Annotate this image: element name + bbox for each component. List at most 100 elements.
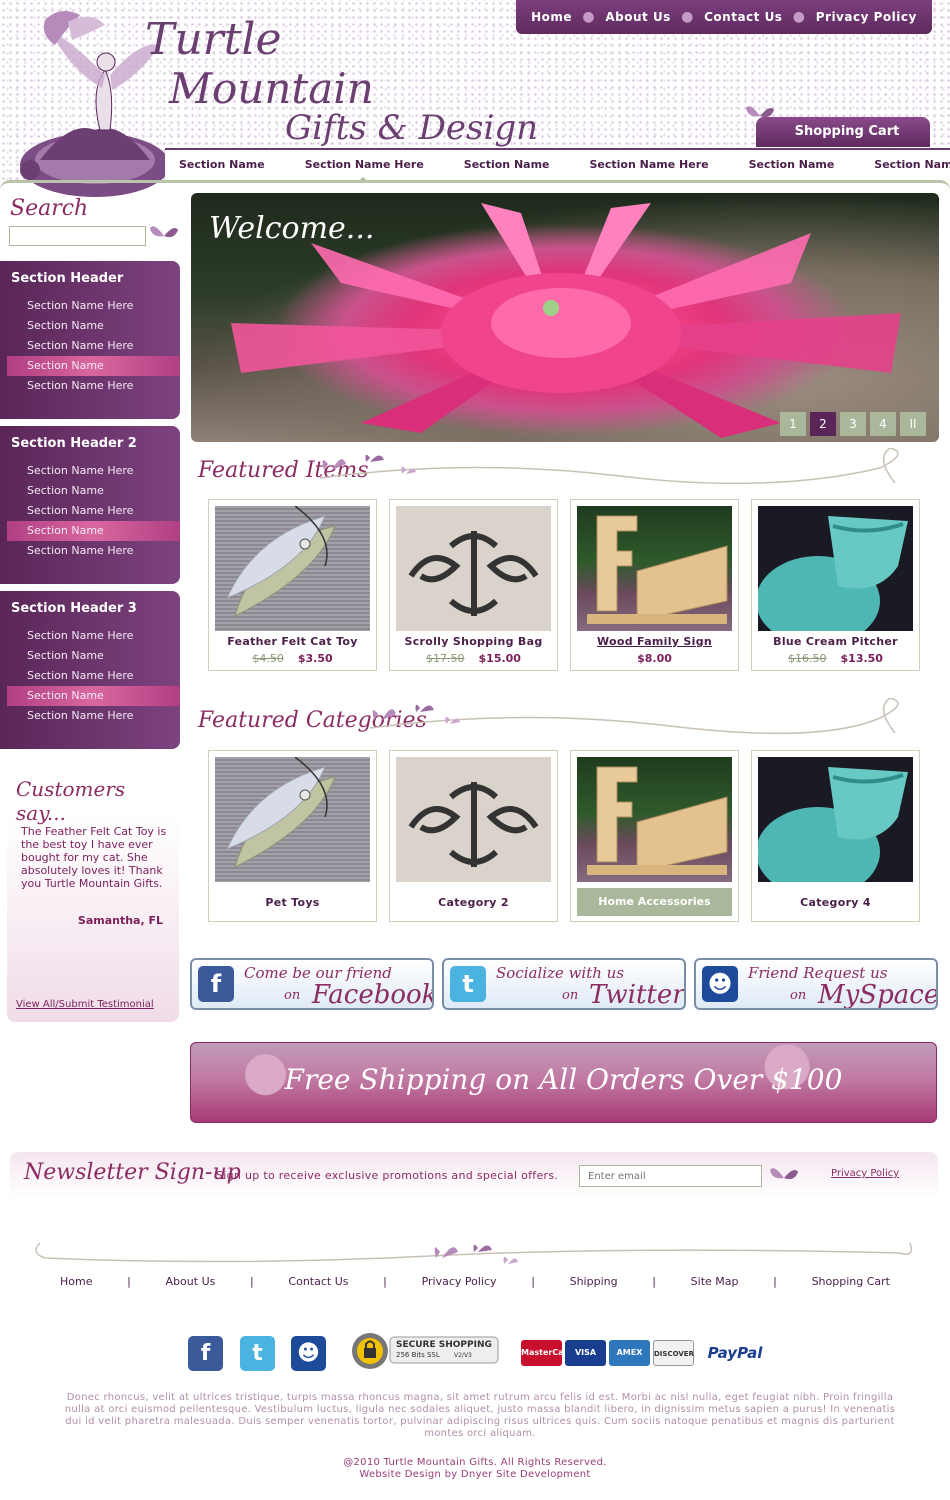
footer-link-shipping[interactable]: Shipping bbox=[570, 1275, 618, 1288]
sidebar-item[interactable]: Section Name Here bbox=[7, 461, 180, 481]
section-nav-item[interactable]: Section Name bbox=[749, 150, 835, 182]
footer-separator: | bbox=[773, 1275, 777, 1288]
shopping-bag-image[interactable] bbox=[396, 506, 551, 631]
footer-link-privacy[interactable]: Privacy Policy bbox=[422, 1275, 497, 1288]
top-nav-about[interactable]: About Us bbox=[605, 10, 670, 24]
sidebar-item[interactable]: Section Name bbox=[7, 646, 180, 666]
sidebar-item[interactable]: Section Name Here bbox=[7, 666, 180, 686]
sidebar-item-highlighted[interactable]: Section Name bbox=[7, 686, 180, 706]
category-name[interactable]: Pet Toys bbox=[209, 896, 376, 909]
myspace-icon: ☻ bbox=[702, 966, 738, 1002]
twitter-banner[interactable]: t Socialize with us on Twitter bbox=[442, 958, 686, 1010]
visa-icon: VISA bbox=[565, 1340, 606, 1366]
footer-separator: | bbox=[652, 1275, 656, 1288]
social-network-name: Twitter bbox=[589, 980, 685, 1010]
product-name[interactable]: Scrolly Shopping Bag bbox=[390, 635, 557, 648]
footer-link-about[interactable]: About Us bbox=[166, 1275, 216, 1288]
twitter-icon[interactable]: t bbox=[240, 1336, 275, 1371]
product-old-price: $4.50 bbox=[252, 652, 284, 665]
shopping-cart-button[interactable]: Shopping Cart bbox=[756, 117, 930, 147]
sidebar-item[interactable]: Section Name Here bbox=[7, 501, 180, 521]
section-nav-item[interactable]: Section Name bbox=[179, 150, 265, 182]
footer-link-home[interactable]: Home bbox=[60, 1275, 92, 1288]
logo-text-line1: Turtle bbox=[145, 14, 282, 65]
email-field[interactable] bbox=[579, 1165, 762, 1187]
section-nav-item[interactable]: Section Name bbox=[464, 150, 550, 182]
search-input[interactable] bbox=[9, 226, 146, 246]
facebook-icon: f bbox=[198, 966, 234, 1002]
facebook-banner[interactable]: f Come be our friend on Facebook bbox=[190, 958, 434, 1010]
product-card[interactable]: Scrolly Shopping Bag $17.50 $15.00 bbox=[389, 499, 558, 671]
sidebar-item-highlighted[interactable]: Section Name bbox=[7, 356, 180, 376]
social-network-name: Facebook bbox=[312, 980, 434, 1010]
product-name[interactable]: Wood Family Sign bbox=[571, 635, 738, 648]
product-card[interactable]: Blue Cream Pitcher $16.50 $13.50 bbox=[751, 499, 920, 671]
section-nav-item-active[interactable]: Section Name Here bbox=[305, 150, 424, 182]
category-card[interactable]: Category 2 bbox=[389, 750, 558, 922]
category-2-image[interactable] bbox=[396, 757, 551, 882]
footer-description: Donec rhoncus, velit at ultrices tristiq… bbox=[64, 1392, 896, 1439]
butterfly-search-icon[interactable] bbox=[148, 222, 180, 248]
nav-separator-dot: ● bbox=[582, 9, 596, 25]
category-card[interactable]: Category 4 bbox=[751, 750, 920, 922]
newsletter-privacy-link[interactable]: Privacy Policy bbox=[831, 1168, 899, 1179]
sidebar-item[interactable]: Section Name Here bbox=[7, 541, 180, 561]
footer-link-sitemap[interactable]: Site Map bbox=[691, 1275, 739, 1288]
sidebar-item[interactable]: Section Name bbox=[7, 316, 180, 336]
testimonial-author: Samantha, FL bbox=[77, 914, 163, 927]
view-all-testimonials-link[interactable]: View All/Submit Testimonial bbox=[16, 999, 154, 1010]
sidebar-header: Section Header 3 bbox=[11, 601, 137, 616]
product-card[interactable]: Wood Family Sign $8.00 bbox=[570, 499, 739, 671]
feather-toy-image[interactable] bbox=[215, 506, 370, 631]
site-logo[interactable]: Turtle Mountain Gifts & Design bbox=[145, 14, 538, 154]
category-name[interactable]: Category 2 bbox=[390, 896, 557, 909]
facebook-icon[interactable]: f bbox=[188, 1336, 223, 1371]
product-name[interactable]: Blue Cream Pitcher bbox=[752, 635, 919, 648]
slide-1-button[interactable]: 1 bbox=[780, 412, 806, 436]
section-nav-item[interactable]: Section Name Here bbox=[590, 150, 709, 182]
category-card[interactable]: Pet Toys bbox=[208, 750, 377, 922]
sidebar-item-highlighted[interactable]: Section Name bbox=[7, 521, 180, 541]
slide-4-button[interactable]: 4 bbox=[870, 412, 896, 436]
butterfly-submit-icon[interactable] bbox=[768, 1164, 800, 1190]
section-nav-item[interactable]: Section Name Here bbox=[874, 150, 950, 182]
mastercard-icon: MasterCard bbox=[521, 1340, 573, 1366]
free-shipping-banner[interactable]: Free Shipping on All Orders Over $100 bbox=[190, 1042, 937, 1123]
top-nav-privacy[interactable]: Privacy Policy bbox=[816, 10, 917, 24]
pet-toys-image[interactable] bbox=[215, 757, 370, 882]
free-shipping-text: Free Shipping on All Orders Over $100 bbox=[284, 1063, 843, 1096]
newsletter-title: Newsletter Sign-up bbox=[24, 1160, 241, 1185]
product-name[interactable]: Feather Felt Cat Toy bbox=[209, 635, 376, 648]
sidebar-item[interactable]: Section Name bbox=[7, 481, 180, 501]
sidebar-box-2: Section Header 2 Section Name Here Secti… bbox=[0, 426, 180, 584]
testimonial-title: Customers say... bbox=[16, 777, 126, 825]
myspace-banner[interactable]: ☻ Friend Request us on MySpace bbox=[694, 958, 938, 1010]
footer-link-cart[interactable]: Shopping Cart bbox=[812, 1275, 890, 1288]
category-4-image[interactable] bbox=[758, 757, 913, 882]
section-navigation: Section Name Section Name Here Section N… bbox=[165, 148, 950, 182]
sidebar-item[interactable]: Section Name Here bbox=[7, 626, 180, 646]
product-price: $17.50 $15.00 bbox=[390, 652, 557, 665]
sidebar-item[interactable]: Section Name Here bbox=[7, 706, 180, 726]
slide-2-button[interactable]: 2 bbox=[810, 412, 836, 436]
product-card[interactable]: Feather Felt Cat Toy $4.50 $3.50 bbox=[208, 499, 377, 671]
social-on: on bbox=[790, 988, 807, 1003]
myspace-icon[interactable]: ☻ bbox=[291, 1336, 326, 1371]
top-nav-home[interactable]: Home bbox=[531, 10, 572, 24]
sidebar-item[interactable]: Section Name Here bbox=[7, 336, 180, 356]
footer-link-contact[interactable]: Contact Us bbox=[288, 1275, 348, 1288]
category-name-highlighted[interactable]: Home Accessories bbox=[577, 888, 732, 916]
category-name[interactable]: Category 4 bbox=[752, 896, 919, 909]
pitcher-image[interactable] bbox=[758, 506, 913, 631]
top-nav-contact[interactable]: Contact Us bbox=[704, 10, 782, 24]
category-card[interactable]: Home Accessories bbox=[570, 750, 739, 922]
content-frame-border bbox=[0, 180, 950, 190]
sidebar-item[interactable]: Section Name Here bbox=[7, 376, 180, 396]
hero-banner[interactable]: Welcome... bbox=[191, 193, 939, 442]
slide-3-button[interactable]: 3 bbox=[840, 412, 866, 436]
sidebar-item[interactable]: Section Name Here bbox=[7, 296, 180, 316]
home-accessories-image[interactable] bbox=[577, 757, 732, 882]
pause-button[interactable]: II bbox=[900, 412, 926, 436]
family-sign-image[interactable] bbox=[577, 506, 732, 631]
design-credit[interactable]: Website Design by Dnyer Site Development bbox=[0, 1469, 950, 1481]
